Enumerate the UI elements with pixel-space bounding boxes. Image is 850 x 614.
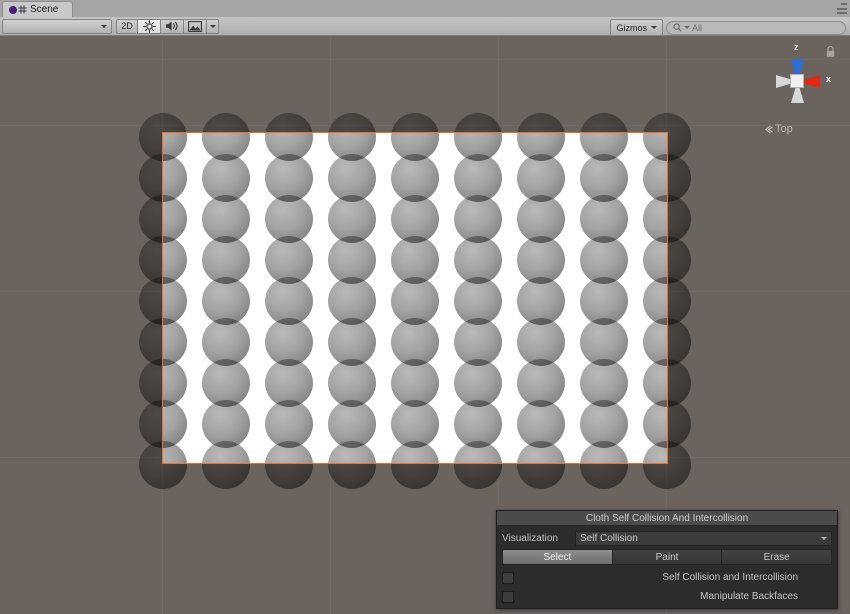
- cloth-tool-buttons: SelectPaintErase: [502, 549, 832, 565]
- grid-line-horizontal: [0, 59, 850, 60]
- cloth-particle[interactable]: [328, 441, 376, 489]
- chevron-down-icon: [651, 26, 657, 29]
- cloth-particle[interactable]: [580, 441, 628, 489]
- cloth-tool-paint-button[interactable]: Paint: [612, 549, 723, 565]
- cloth-tool-erase-button[interactable]: Erase: [721, 549, 832, 565]
- checkbox-self-collision-and-intercollision[interactable]: [502, 572, 514, 584]
- visualization-dropdown[interactable]: Self Collision: [575, 531, 832, 546]
- draw-mode-dropdown[interactable]: [2, 19, 112, 34]
- toggle-audio-button[interactable]: [160, 19, 184, 34]
- cloth-particle[interactable]: [139, 441, 187, 489]
- gizmo-label-z: z: [794, 42, 799, 52]
- effects-dropdown-button[interactable]: [206, 19, 219, 34]
- chevron-left-icon: [764, 125, 773, 134]
- scene-toolbar: 2D: [0, 17, 850, 36]
- gizmo-label-x: x: [826, 74, 831, 84]
- cloth-particle[interactable]: [202, 441, 250, 489]
- cloth-tool-select-button[interactable]: Select: [502, 549, 613, 565]
- tab-scene[interactable]: Scene: [2, 1, 73, 17]
- checkbox-row: Manipulate Backfaces: [502, 587, 832, 606]
- toggle-effects-button[interactable]: [183, 19, 207, 34]
- unity-scene-window: Scene 2D: [0, 0, 850, 614]
- window-menu-icon[interactable]: [833, 3, 847, 14]
- sun-icon: [143, 20, 156, 33]
- checkbox-label: Manipulate Backfaces: [514, 591, 832, 602]
- scene-orientation-gizmo[interactable]: z x Top: [758, 41, 838, 141]
- cloth-particle[interactable]: [265, 441, 313, 489]
- gizmo-view-label: Top: [775, 123, 793, 135]
- tab-scene-label: Scene: [30, 4, 58, 16]
- search-placeholder: All: [692, 23, 702, 33]
- visualization-value: Self Collision: [580, 533, 638, 544]
- cloth-particle[interactable]: [517, 441, 565, 489]
- checkbox-label: Self Collision and Intercollision: [514, 572, 832, 583]
- gizmo-center-cube[interactable]: [790, 74, 804, 88]
- cloth-particle[interactable]: [454, 441, 502, 489]
- toggle-lighting-button[interactable]: [137, 19, 161, 34]
- checkbox-manipulate-backfaces[interactable]: [502, 591, 514, 603]
- lock-icon[interactable]: [825, 45, 836, 58]
- chevron-down-icon: [101, 25, 107, 28]
- gizmo-view-label-group[interactable]: Top: [764, 123, 793, 135]
- image-icon: [188, 21, 202, 32]
- gizmos-dropdown-button[interactable]: Gizmos: [610, 19, 663, 36]
- chevron-down-icon: [821, 537, 827, 540]
- chevron-down-icon: [210, 25, 216, 28]
- search-filter-caret-icon: [684, 26, 690, 29]
- cloth-panel-body: Visualization Self Collision SelectPaint…: [497, 526, 837, 606]
- visualization-label: Visualization: [502, 533, 575, 544]
- cloth-particle[interactable]: [643, 441, 691, 489]
- cloth-self-collision-panel[interactable]: Cloth Self Collision And Intercollision …: [496, 510, 838, 609]
- toolbar-toggle-group: 2D: [116, 19, 219, 34]
- scene-grid-icon: [9, 5, 27, 14]
- speaker-icon: [165, 20, 179, 32]
- visualization-row: Visualization Self Collision: [502, 530, 832, 547]
- toolbar-right-group: Gizmos All: [610, 19, 846, 36]
- gizmos-label: Gizmos: [616, 23, 647, 33]
- checkbox-row: Self Collision and Intercollision: [502, 568, 832, 587]
- tab-strip: Scene: [0, 0, 850, 18]
- search-icon: [673, 23, 682, 32]
- search-input[interactable]: All: [666, 21, 846, 35]
- cloth-particle[interactable]: [391, 441, 439, 489]
- cloth-panel-title: Cloth Self Collision And Intercollision: [497, 511, 837, 526]
- toggle-2d-button[interactable]: 2D: [116, 19, 138, 34]
- cloth-panel-checkboxes: Self Collision and Intercollision Manipul…: [502, 568, 832, 606]
